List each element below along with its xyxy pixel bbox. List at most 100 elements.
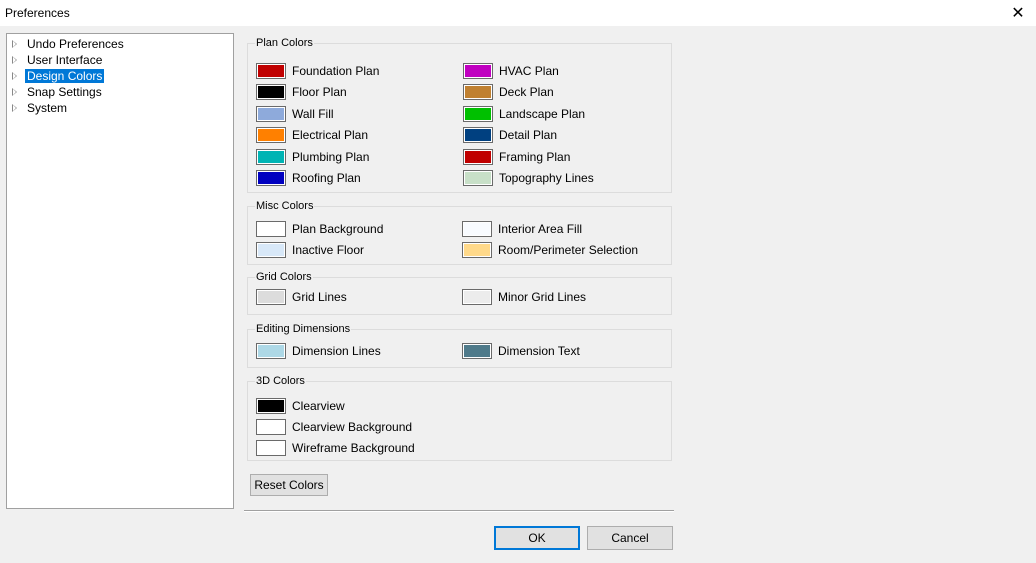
color-swatch-row: Grid Lines	[256, 289, 347, 305]
color-swatch-label: Deck Plan	[499, 85, 554, 99]
color-swatch-button[interactable]	[256, 398, 286, 414]
color-swatch-label: Interior Area Fill	[498, 222, 583, 236]
color-swatch-row: Interior Area Fill	[462, 221, 582, 237]
color-swatch-button[interactable]	[462, 343, 492, 359]
close-icon[interactable]: ✕	[1000, 0, 1036, 26]
color-swatch-label: Electrical Plan	[292, 128, 369, 142]
color-swatch-label: Wireframe Background	[292, 441, 415, 455]
button-separator	[244, 510, 674, 512]
color-swatch-button[interactable]	[256, 84, 286, 100]
color-swatch-row: Inactive Floor	[256, 242, 364, 258]
color-swatch-label: Room/Perimeter Selection	[498, 243, 639, 257]
color-swatch-row: Detail Plan	[463, 127, 557, 143]
color-swatch-row: Minor Grid Lines	[462, 289, 586, 305]
color-swatch-label: Plumbing Plan	[292, 150, 370, 164]
color-swatch-button[interactable]	[256, 127, 286, 143]
tree-item-label: Undo Preferences	[27, 37, 124, 51]
color-swatch-button[interactable]	[463, 170, 493, 186]
color-swatch-row: Landscape Plan	[463, 106, 585, 122]
color-swatch-label: Framing Plan	[499, 150, 571, 164]
color-swatch-button[interactable]	[463, 106, 493, 122]
tree-item[interactable]: System	[7, 100, 233, 116]
color-swatch-button[interactable]	[256, 170, 286, 186]
color-swatch-button[interactable]	[462, 221, 492, 237]
color-swatch-label: Clearview Background	[292, 420, 413, 434]
color-swatch-button[interactable]	[462, 242, 492, 258]
category-tree[interactable]: Undo Preferences User Interface Design Col…	[6, 33, 234, 509]
group-title: 3D Colors	[255, 375, 306, 388]
expand-arrow-icon[interactable]	[12, 72, 17, 80]
editing-dimensions-group: Editing Dimensions Dimension Lines Dimens…	[247, 323, 672, 368]
color-swatch-row: Clearview Background	[256, 419, 412, 435]
3d-colors-group: 3D Colors Clearview Clearview Background W…	[247, 375, 672, 461]
color-swatch-row: Electrical Plan	[256, 127, 368, 143]
color-swatch-label: Minor Grid Lines	[498, 290, 587, 304]
color-swatch-row: Plumbing Plan	[256, 149, 369, 165]
color-swatch-row: Roofing Plan	[256, 170, 361, 186]
color-swatch-row: Dimension Lines	[256, 343, 381, 359]
color-swatch-button[interactable]	[463, 63, 493, 79]
tree-item-label: Snap Settings	[27, 85, 102, 99]
color-swatch-label: Clearview	[292, 399, 345, 413]
tree-item-label: System	[27, 101, 68, 115]
color-swatch-button[interactable]	[256, 149, 286, 165]
color-swatch-label: Topography Lines	[499, 171, 594, 185]
group-title: Misc Colors	[255, 200, 315, 213]
title-bar: Preferences ✕	[0, 0, 1036, 26]
tree-item-label: User Interface	[27, 53, 103, 67]
color-swatch-label: Detail Plan	[499, 128, 558, 142]
window-title: Preferences	[5, 6, 70, 20]
grid-colors-group: Grid Colors Grid Lines Minor Grid Lines	[247, 271, 672, 315]
color-swatch-button[interactable]	[256, 63, 286, 79]
color-swatch-label: Wall Fill	[292, 107, 334, 121]
color-swatch-button[interactable]	[463, 84, 493, 100]
color-swatch-button[interactable]	[256, 419, 286, 435]
color-swatch-row: Room/Perimeter Selection	[462, 242, 638, 258]
cancel-button[interactable]: Cancel	[587, 526, 673, 550]
color-swatch-row: Dimension Text	[462, 343, 580, 359]
color-swatch-label: Landscape Plan	[499, 107, 586, 121]
color-swatch-button[interactable]	[256, 106, 286, 122]
color-swatch-label: HVAC Plan	[499, 64, 559, 78]
color-swatch-row: Clearview	[256, 398, 345, 414]
color-swatch-row: Plan Background	[256, 221, 383, 237]
tree-item[interactable]: User Interface	[7, 52, 233, 68]
color-swatch-row: Deck Plan	[463, 84, 554, 100]
expand-arrow-icon[interactable]	[12, 56, 17, 64]
group-title: Editing Dimensions	[255, 323, 352, 336]
tree-item[interactable]: Snap Settings	[7, 84, 233, 100]
expand-arrow-icon[interactable]	[12, 104, 17, 112]
color-swatch-label: Plan Background	[292, 222, 384, 236]
tree-item[interactable]: Design Colors	[7, 68, 233, 84]
color-swatch-row: Wall Fill	[256, 106, 334, 122]
misc-colors-group: Misc Colors Plan Background Inactive Floo…	[247, 200, 672, 265]
reset-colors-button[interactable]: Reset Colors	[250, 474, 328, 496]
color-swatch-button[interactable]	[462, 289, 492, 305]
color-swatch-row: Floor Plan	[256, 84, 347, 100]
tree-item-label: Design Colors	[25, 69, 105, 83]
color-swatch-row: Foundation Plan	[256, 63, 379, 79]
color-swatch-label: Dimension Text	[498, 344, 580, 358]
color-swatch-label: Roofing Plan	[292, 171, 361, 185]
color-swatch-button[interactable]	[256, 343, 286, 359]
color-swatch-button[interactable]	[463, 127, 493, 143]
color-swatch-label: Foundation Plan	[292, 64, 380, 78]
ok-button[interactable]: OK	[494, 526, 580, 550]
expand-arrow-icon[interactable]	[12, 40, 17, 48]
expand-arrow-icon[interactable]	[12, 88, 17, 96]
group-title: Plan Colors	[255, 37, 314, 50]
color-swatch-row: Framing Plan	[463, 149, 570, 165]
color-swatch-row: HVAC Plan	[463, 63, 559, 79]
color-swatch-button[interactable]	[256, 221, 286, 237]
plan-colors-group: Plan Colors Foundation Plan Floor Plan Wal…	[247, 37, 672, 193]
color-swatch-button[interactable]	[256, 242, 286, 258]
color-swatch-label: Floor Plan	[292, 85, 347, 99]
color-swatch-button[interactable]	[256, 289, 286, 305]
color-swatch-row: Wireframe Background	[256, 440, 415, 456]
tree-item[interactable]: Undo Preferences	[7, 36, 233, 52]
color-swatch-button[interactable]	[463, 149, 493, 165]
color-swatch-label: Inactive Floor	[292, 243, 365, 257]
color-swatch-label: Dimension Lines	[292, 344, 381, 358]
color-swatch-row: Topography Lines	[463, 170, 594, 186]
color-swatch-button[interactable]	[256, 440, 286, 456]
